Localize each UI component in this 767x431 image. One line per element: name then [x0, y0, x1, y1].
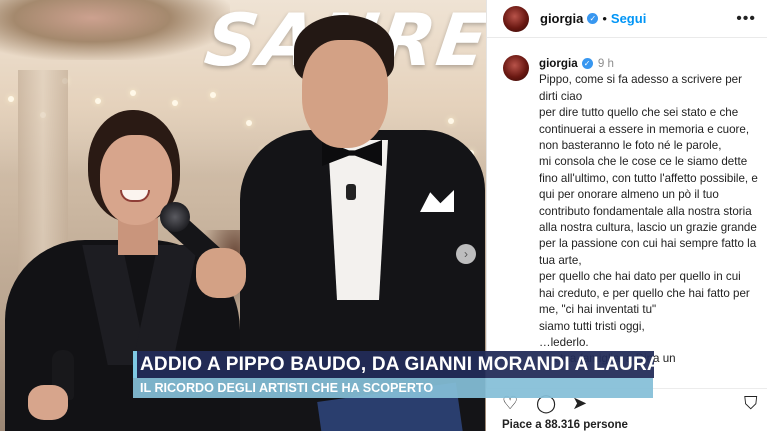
- news-subtitle: IL RICORDO DEGLI ARTISTI CHE HA SCOPERTO: [140, 381, 434, 395]
- news-headline-banner: ADDIO A PIPPO BAUDO, DA GIANNI MORANDI A…: [133, 351, 654, 378]
- likes-count[interactable]: Piace a 88.316 persone: [502, 419, 628, 431]
- ceiling-light: [448, 118, 454, 124]
- banner-accent: [133, 351, 137, 378]
- caption-line: Pippo, come si fa adesso a scrivere per …: [539, 73, 742, 103]
- avatar[interactable]: [503, 5, 529, 32]
- caption-line: per quello che hai dato per quello in cu…: [539, 270, 750, 317]
- news-headline: ADDIO A PIPPO BAUDO, DA GIANNI MORANDI A…: [140, 354, 654, 375]
- verified-icon: ✓: [581, 58, 593, 69]
- flower-decoration: [0, 0, 230, 60]
- more-horizontal-icon[interactable]: •••: [736, 10, 756, 28]
- ceiling-light: [246, 120, 252, 126]
- post-caption: giorgia ✓ 9 h Pippo, come si fa adesso a …: [539, 56, 759, 368]
- woman-hand: [28, 385, 68, 420]
- follow-button[interactable]: Segui: [611, 11, 646, 26]
- caption-line: mi consola che le cose ce le siamo dette…: [539, 155, 758, 235]
- ceiling-light: [8, 96, 14, 102]
- caption-line: non basteranno le foto né le parole,: [539, 139, 722, 153]
- microphone-head: [160, 202, 190, 232]
- ceiling-light: [130, 90, 136, 96]
- ceiling-light: [95, 98, 101, 104]
- news-subtitle-banner: IL RICORDO DEGLI ARTISTI CHE HA SCOPERTO: [133, 378, 653, 398]
- caption-username[interactable]: giorgia: [539, 57, 578, 70]
- bookmark-icon[interactable]: ⛉: [744, 393, 758, 413]
- verified-icon: ✓: [587, 13, 599, 24]
- post-header: giorgia ✓ • Segui •••: [487, 0, 767, 38]
- caption-line: …lederlo.: [539, 335, 589, 349]
- post-timestamp: 9 h: [597, 57, 615, 70]
- caption-avatar[interactable]: [503, 55, 529, 81]
- tv-frame: SANRE › giorgia ✓ • Segui •••: [0, 0, 767, 431]
- man-face: [302, 40, 388, 148]
- lavalier-mic: [346, 184, 356, 200]
- separator-dot: •: [602, 11, 607, 26]
- caption-line: siamo tutti tristi oggi,: [539, 319, 645, 333]
- caption-line: per la passione con cui hai sempre fatto…: [539, 237, 757, 267]
- ceiling-light: [172, 100, 178, 106]
- header-username[interactable]: giorgia: [540, 11, 583, 26]
- carousel-next-icon[interactable]: ›: [456, 244, 476, 264]
- man-hand: [196, 248, 246, 298]
- caption-line: per dire tutto quello che sei stato e ch…: [539, 106, 750, 136]
